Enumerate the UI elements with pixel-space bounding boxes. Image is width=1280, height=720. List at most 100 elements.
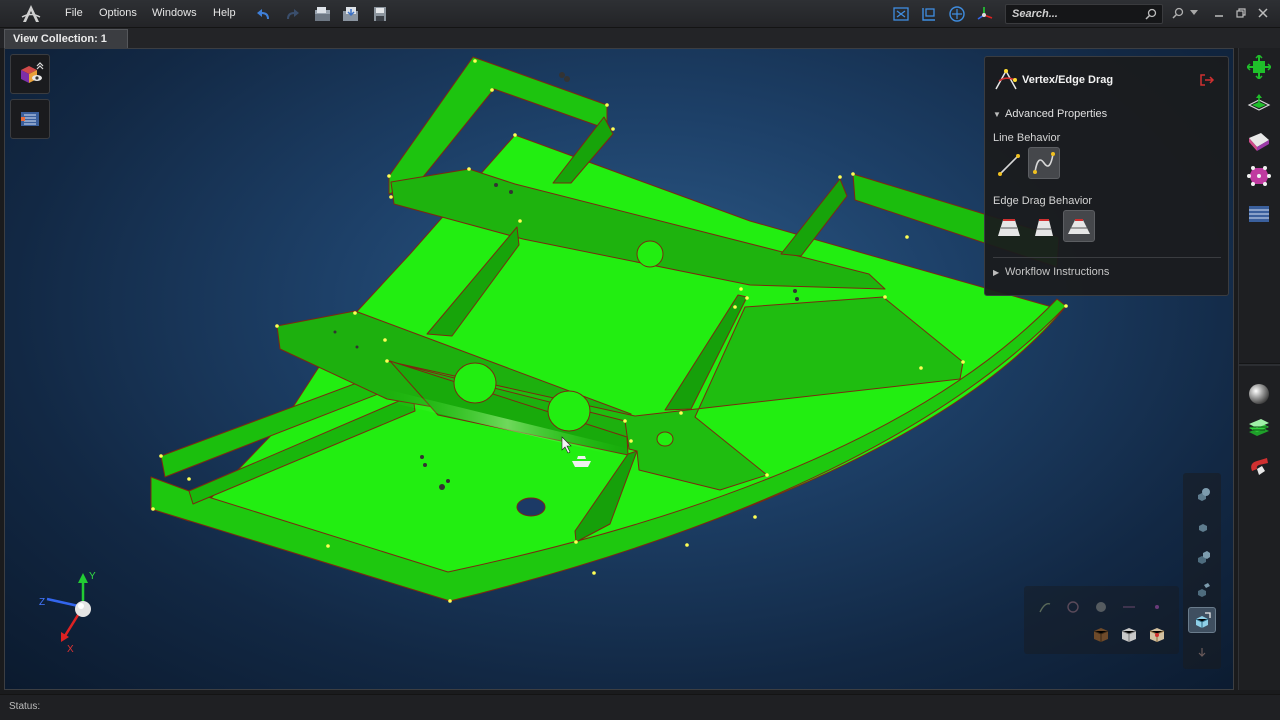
model-tree-button[interactable] (10, 99, 50, 139)
filter-point-button[interactable] (1090, 596, 1112, 618)
move-tool-button[interactable] (1245, 54, 1273, 80)
curve-filter-icon (1067, 601, 1079, 613)
filter-body-button[interactable] (1090, 624, 1112, 646)
workflow-instructions-label: Workflow Instructions (1005, 266, 1110, 278)
panel-title: Vertex/Edge Drag (1022, 74, 1114, 86)
undo-button[interactable] (254, 4, 274, 24)
help-dropdown-button[interactable] (1170, 5, 1186, 21)
menu-options[interactable]: Options (99, 7, 137, 19)
list-tool-button[interactable] (1245, 201, 1273, 227)
visibility-toggle-button[interactable] (10, 54, 50, 94)
toolbar-separator (1239, 363, 1280, 366)
triad-toggle-button[interactable] (975, 4, 995, 24)
filter-line-button[interactable] (1118, 596, 1140, 618)
surface-tool-button[interactable] (1245, 128, 1273, 154)
save-button[interactable] (370, 4, 390, 24)
menu-file[interactable]: File (65, 7, 83, 19)
view-mode-4-button[interactable] (1188, 577, 1216, 603)
filter-vertex-button[interactable] (1146, 596, 1168, 618)
edge-drag-2-icon (1035, 219, 1053, 236)
view-mode-toolbar (1183, 473, 1221, 669)
panel-divider (993, 257, 1221, 258)
menu-windows[interactable]: Windows (152, 7, 197, 19)
view-mode-6-button[interactable] (1188, 639, 1216, 665)
import-button[interactable] (341, 4, 361, 24)
menu-help[interactable]: Help (213, 7, 236, 19)
view-cube-4-icon (1198, 583, 1210, 597)
triad-icon (977, 7, 993, 20)
restore-icon (1236, 8, 1246, 18)
sphere-icon (1249, 384, 1269, 404)
minimize-icon (1215, 15, 1223, 17)
open-icon (315, 7, 330, 21)
fit-view-icon (893, 7, 909, 21)
workflow-instructions-header[interactable]: ▶ Workflow Instructions (993, 266, 1109, 278)
zoom-window-icon (922, 8, 935, 21)
search-input[interactable] (1012, 7, 1142, 21)
minimize-button[interactable] (1211, 5, 1227, 21)
import-icon (343, 7, 358, 21)
redo-button[interactable] (282, 4, 302, 24)
view-cube-1-icon (1198, 488, 1210, 501)
save-icon (374, 7, 386, 21)
surface-icon (1249, 133, 1269, 151)
body-white-icon (1121, 628, 1137, 642)
search-icon[interactable] (1145, 8, 1157, 20)
magnet-tool-button[interactable] (1245, 453, 1273, 479)
edge-drag-3-icon (1068, 219, 1090, 234)
tab-view-collection[interactable]: View Collection: 1 (4, 29, 128, 48)
filter-curve-button[interactable] (1062, 596, 1084, 618)
mesh-tool-button[interactable] (1245, 163, 1273, 189)
floor-hole (516, 497, 546, 517)
rotate-view-icon (949, 6, 965, 22)
line-straight-button[interactable] (993, 149, 1025, 181)
list-icon (1249, 206, 1269, 222)
triad-y-label: Y (89, 571, 96, 582)
triad-x-label: X (67, 644, 74, 655)
edge-drag-option-1-button[interactable] (993, 212, 1025, 244)
advanced-properties-header[interactable]: ▼ Advanced Properties (993, 108, 1107, 120)
zoom-window-button[interactable] (919, 4, 939, 24)
restore-button[interactable] (1233, 5, 1249, 21)
app-logo (21, 5, 41, 22)
exit-tool-icon[interactable] (1199, 72, 1215, 88)
vertex-edge-drag-panel: Vertex/Edge Drag ▼ Advanced Properties Li… (984, 56, 1229, 296)
search-box (1005, 4, 1163, 24)
filter-edge-button[interactable] (1034, 596, 1056, 618)
chevron-down-icon (1190, 10, 1198, 15)
collapse-triangle-icon: ▶ (993, 268, 1000, 277)
edge-drag-option-2-button[interactable] (1028, 212, 1060, 244)
view-mode-2-button[interactable] (1188, 513, 1216, 539)
open-button[interactable] (313, 4, 333, 24)
close-icon (1258, 8, 1268, 18)
view-mode-3-button[interactable] (1188, 545, 1216, 571)
line-curve-button[interactable] (1028, 147, 1060, 179)
undo-icon (257, 9, 269, 19)
filter-solid-button[interactable] (1118, 624, 1140, 646)
edge-filter-icon (1039, 602, 1051, 613)
edge-drag-option-3-button[interactable] (1063, 210, 1095, 242)
straight-line-icon (998, 154, 1020, 176)
view-cube-3-icon (1198, 551, 1210, 564)
view-cube-2-icon (1199, 524, 1207, 532)
plane-tool-button[interactable] (1245, 91, 1273, 117)
edge-drag-behavior-label: Edge Drag Behavior (993, 195, 1093, 207)
rotate-view-button[interactable] (947, 4, 967, 24)
view-tab-row: View Collection: 1 (0, 28, 1280, 48)
filter-part-button[interactable] (1146, 624, 1168, 646)
layers-button[interactable] (1245, 416, 1273, 442)
3d-viewport[interactable]: Y X Z Vertex/Edge Drag ▼ Advanced Propert… (4, 48, 1234, 690)
status-bar: Status: (0, 694, 1280, 720)
menu-bar: File Options Windows Help (0, 0, 1280, 28)
axis-triad: Y X Z (39, 571, 96, 655)
view-mode-5-button[interactable] (1188, 607, 1216, 633)
chevron-down-button[interactable] (1186, 5, 1202, 21)
fit-view-button[interactable] (891, 4, 911, 24)
app-window: File Options Windows Help Search... View… (0, 0, 1280, 720)
model-tree-icon (21, 112, 39, 126)
shading-sphere-button[interactable] (1245, 381, 1273, 407)
close-button[interactable] (1255, 5, 1271, 21)
view-mode-1-button[interactable] (1188, 481, 1216, 507)
body-tan-icon (1149, 628, 1165, 642)
status-label: Status: (9, 701, 41, 712)
